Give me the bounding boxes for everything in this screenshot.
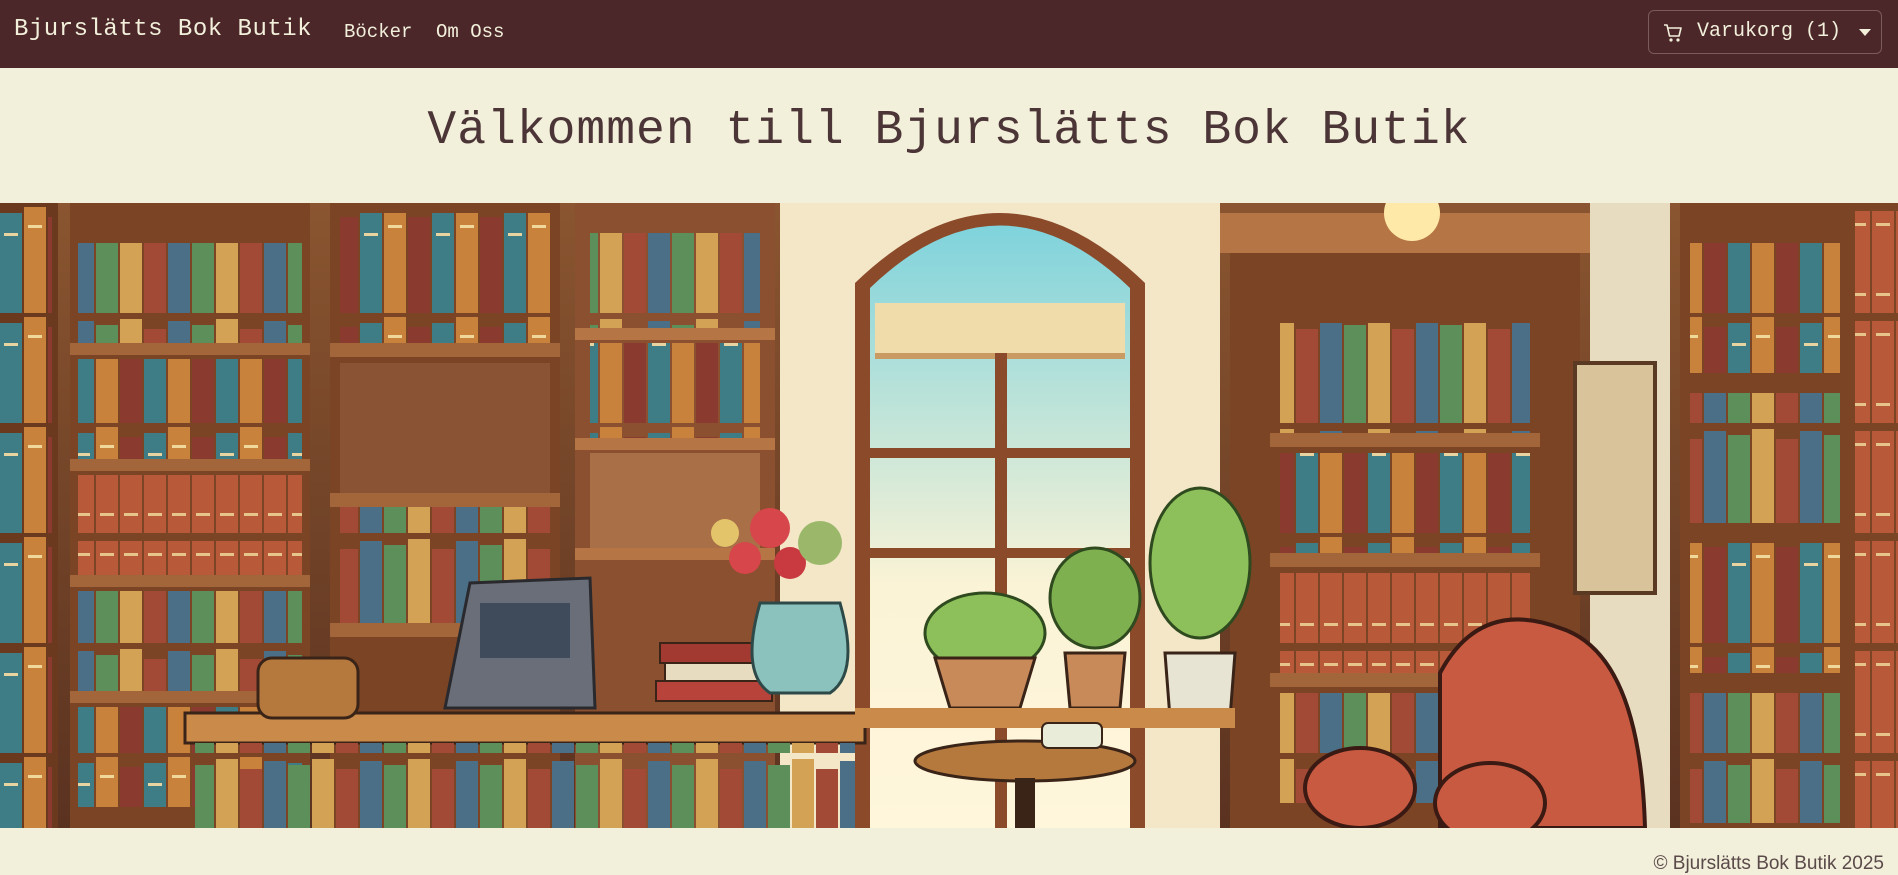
top-navbar: Bjurslätts Bok Butik Böcker Om Oss Varuk…: [0, 0, 1898, 68]
nav-link-about[interactable]: Om Oss: [436, 21, 504, 43]
shopping-cart-icon: [1664, 24, 1682, 42]
cart-dropdown-button[interactable]: Varukorg (1): [1648, 10, 1882, 54]
cart-label: Varukorg (1): [1697, 20, 1842, 43]
caret-down-icon: [1859, 29, 1871, 36]
nav-link-books[interactable]: Böcker: [344, 21, 412, 43]
bookstore-banner-image: [0, 203, 1898, 828]
brand-link[interactable]: Bjurslätts Bok Butik: [14, 16, 312, 43]
footer-copyright: © Bjurslätts Bok Butik 2025: [1653, 853, 1885, 874]
page-title: Välkommen till Bjurslätts Bok Butik: [427, 104, 1471, 158]
